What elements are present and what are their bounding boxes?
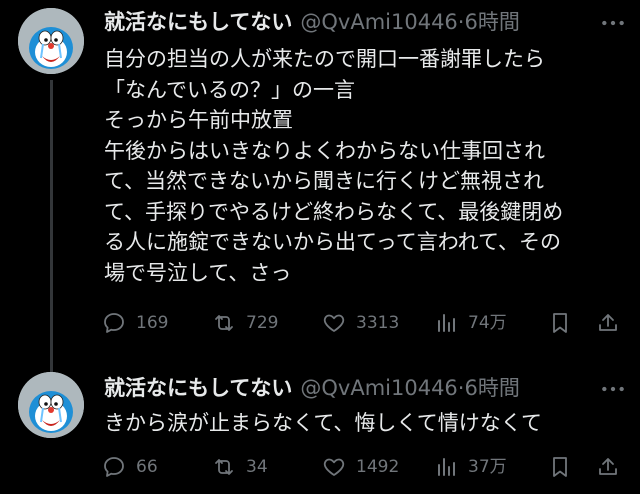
like-button[interactable]: 1492 <box>322 452 399 482</box>
tweet-line: て、当然できないから聞きに行くけど無視され <box>104 169 544 193</box>
bookmark-button[interactable] <box>548 452 582 482</box>
handle[interactable]: @QvAmi10446 <box>300 376 457 400</box>
like-button[interactable]: 3313 <box>322 308 399 338</box>
repost-count: 729 <box>246 313 279 333</box>
repost-arrows-icon <box>215 459 233 475</box>
action-bar: 66 34 1492 37万 <box>102 452 626 482</box>
reply-button[interactable]: 169 <box>102 308 168 338</box>
like-count: 3313 <box>356 313 400 333</box>
timestamp[interactable]: 6時間 <box>464 376 519 400</box>
avatar[interactable] <box>18 8 84 74</box>
action-bar: 169 729 3313 74万 <box>102 308 626 338</box>
more-horizontal-icon[interactable] <box>600 376 626 402</box>
tweet-text: きから涙が止まらなくて、悔しくて情けなくて <box>104 408 624 439</box>
avatar[interactable] <box>18 372 84 438</box>
tweet-line: て、手探りでやるけど終わらなくて、最後鍵閉め <box>104 199 564 224</box>
tweet-line: 場で号泣して、さっ <box>104 260 292 285</box>
crying-doraemon-avatar <box>18 8 84 74</box>
reply-button[interactable]: 66 <box>102 452 158 482</box>
tweet-line: 午後からはいきなりよくわからない仕事回され <box>104 138 545 163</box>
share-upload-icon <box>599 458 617 475</box>
display-name[interactable]: 就活なにもしてない <box>104 376 292 400</box>
heart-icon <box>323 314 345 332</box>
display-name[interactable]: 就活なにもしてない <box>104 10 292 34</box>
heart-icon <box>323 458 345 476</box>
tweet-line: そっから午前中放置 <box>104 108 293 132</box>
repost-button[interactable]: 729 <box>212 308 278 338</box>
tweet-2[interactable]: 就活なにもしてない @QvAmi10446·6時間 きから涙が止まらなくて、悔しく… <box>0 370 640 494</box>
handle[interactable]: @QvAmi10446 <box>300 10 457 34</box>
views-button[interactable]: 74万 <box>434 308 507 338</box>
thread-line <box>50 80 53 380</box>
timestamp[interactable]: 6時間 <box>464 10 519 34</box>
tweet-header: 就活なにもしてない @QvAmi10446·6時間 <box>104 374 520 402</box>
view-count: 74万 <box>468 313 507 333</box>
tweet-line: きから涙が止まらなくて、悔しくて情けなくて <box>104 411 543 435</box>
bookmark-button[interactable] <box>548 308 582 338</box>
crying-doraemon-avatar <box>18 372 84 438</box>
bookmark-icon <box>553 457 567 477</box>
views-bar-icon <box>438 314 455 332</box>
reply-bubble-icon <box>104 457 124 477</box>
tweet-line: る人に施錠できないから出てって言われて、その <box>104 230 561 254</box>
reply-count: 66 <box>136 457 158 477</box>
tweet-line: 自分の担当の人が来たので開口一番謝罪したら <box>104 47 545 71</box>
tweet-text: 自分の担当の人が来たので開口一番謝罪したら 「なんでいるの？」の一言 そっから午… <box>104 44 624 288</box>
bookmark-icon <box>553 313 567 333</box>
views-button[interactable]: 37万 <box>434 452 507 482</box>
tweet-header: 就活なにもしてない @QvAmi10446·6時間 <box>104 8 520 36</box>
share-upload-icon <box>599 314 617 331</box>
share-button[interactable] <box>596 308 630 338</box>
reply-bubble-icon <box>104 313 124 333</box>
tweet-line: 「なんでいるの？」の一言 <box>104 77 355 102</box>
repost-count: 34 <box>246 457 268 477</box>
like-count: 1492 <box>356 457 400 477</box>
tweet-1[interactable]: 就活なにもしてない @QvAmi10446·6時間 自分の担当の人が来たので開口一… <box>0 0 640 380</box>
views-bar-icon <box>438 458 455 476</box>
view-count: 37万 <box>468 457 507 477</box>
more-horizontal-icon[interactable] <box>600 10 626 36</box>
repost-button[interactable]: 34 <box>212 452 268 482</box>
share-button[interactable] <box>596 452 630 482</box>
reply-count: 169 <box>136 313 169 333</box>
repost-arrows-icon <box>215 315 233 331</box>
